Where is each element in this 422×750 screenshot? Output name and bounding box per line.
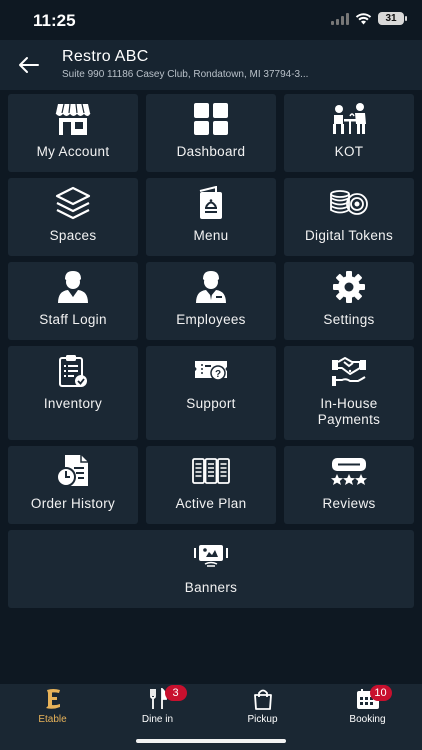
tile-label: Support bbox=[186, 396, 236, 411]
dashboard-icon bbox=[194, 103, 228, 135]
handshake-icon bbox=[332, 357, 366, 386]
bag-icon bbox=[253, 689, 272, 710]
menu-book-icon bbox=[199, 186, 222, 219]
order-history-tile[interactable]: Order History bbox=[8, 446, 138, 524]
restaurant-address: Suite 990 11186 Casey Club, Rondatown, M… bbox=[62, 69, 309, 80]
employee-icon bbox=[196, 271, 226, 303]
tile-label: Employees bbox=[176, 312, 246, 327]
menu-tile[interactable]: Menu bbox=[146, 178, 276, 256]
tile-label: Digital Tokens bbox=[305, 228, 393, 243]
waiter-table-icon bbox=[333, 103, 366, 134]
arrow-left-icon bbox=[19, 57, 39, 73]
support-ticket-icon: ? bbox=[195, 361, 227, 381]
tile-label-line2: Payments bbox=[317, 412, 381, 427]
reviews-tile[interactable]: Reviews bbox=[284, 446, 414, 524]
tile-label: Dashboard bbox=[176, 144, 246, 159]
active-plan-tile[interactable]: Active Plan bbox=[146, 446, 276, 524]
staff-login-tile[interactable]: Staff Login bbox=[8, 262, 138, 340]
back-button[interactable] bbox=[16, 52, 42, 78]
tile-label: Staff Login bbox=[39, 312, 107, 327]
tile-label: Reviews bbox=[322, 496, 376, 511]
coins-icon bbox=[330, 190, 368, 215]
dine-in-badge: 3 bbox=[164, 685, 187, 701]
plan-icon bbox=[192, 458, 230, 484]
store-icon bbox=[55, 103, 91, 135]
order-history-icon bbox=[56, 455, 88, 487]
status-icons: 31 bbox=[331, 12, 407, 25]
wifi-icon bbox=[355, 12, 372, 24]
tile-label: Settings bbox=[323, 312, 375, 327]
staff-icon bbox=[58, 271, 88, 303]
reviews-icon bbox=[331, 458, 367, 485]
tile-label: Inventory bbox=[43, 396, 103, 411]
kot-tile[interactable]: KOT bbox=[284, 94, 414, 172]
status-bar: 11:25 31 bbox=[0, 0, 422, 40]
banner-icon bbox=[194, 545, 228, 567]
settings-tile[interactable]: Settings bbox=[284, 262, 414, 340]
status-time: 11:25 bbox=[33, 11, 76, 30]
nav-label: Pickup bbox=[247, 714, 278, 725]
tile-label: KOT bbox=[334, 144, 364, 159]
etable-logo-icon bbox=[45, 689, 60, 709]
signal-icon bbox=[331, 12, 349, 25]
dashboard-tile[interactable]: Dashboard bbox=[146, 94, 276, 172]
nav-pickup[interactable]: Pickup bbox=[210, 684, 315, 732]
home-indicator[interactable] bbox=[136, 739, 286, 743]
digital-tokens-tile[interactable]: Digital Tokens bbox=[284, 178, 414, 256]
tile-label-line1: In-House bbox=[320, 396, 378, 411]
my-account-tile[interactable]: My Account bbox=[8, 94, 138, 172]
employees-tile[interactable]: Employees bbox=[146, 262, 276, 340]
spaces-tile[interactable]: Spaces bbox=[8, 178, 138, 256]
booking-badge: 10 bbox=[369, 685, 392, 701]
svg-text:?: ? bbox=[215, 369, 221, 380]
inventory-tile[interactable]: Inventory bbox=[8, 346, 138, 440]
in-house-payments-tile[interactable]: In-House Payments bbox=[284, 346, 414, 440]
tile-label: In-House Payments bbox=[318, 396, 380, 428]
nav-label: Dine in bbox=[141, 714, 174, 725]
tile-label: Spaces bbox=[49, 228, 97, 243]
tile-label: Banners bbox=[184, 580, 238, 595]
tile-label: My Account bbox=[36, 144, 110, 159]
clipboard-icon bbox=[59, 355, 87, 387]
nav-label: Booking bbox=[349, 714, 386, 725]
restaurant-name: Restro ABC bbox=[62, 48, 149, 65]
tile-label: Order History bbox=[30, 496, 116, 511]
nav-dine-in[interactable]: 3 Dine in bbox=[105, 684, 210, 732]
battery-icon: 31 bbox=[378, 12, 407, 25]
nav-label: Etable bbox=[38, 714, 67, 725]
support-tile[interactable]: ? Support bbox=[146, 346, 276, 440]
app-header: Restro ABC Suite 990 11186 Casey Club, R… bbox=[0, 40, 422, 90]
nav-etable[interactable]: Etable bbox=[0, 684, 105, 732]
layers-icon bbox=[55, 186, 91, 220]
tile-label: Active Plan bbox=[175, 496, 247, 511]
banners-tile[interactable]: Banners bbox=[8, 530, 414, 608]
gear-icon bbox=[333, 271, 365, 303]
tile-label: Menu bbox=[193, 228, 229, 243]
nav-booking[interactable]: 10 Booking bbox=[315, 684, 420, 732]
